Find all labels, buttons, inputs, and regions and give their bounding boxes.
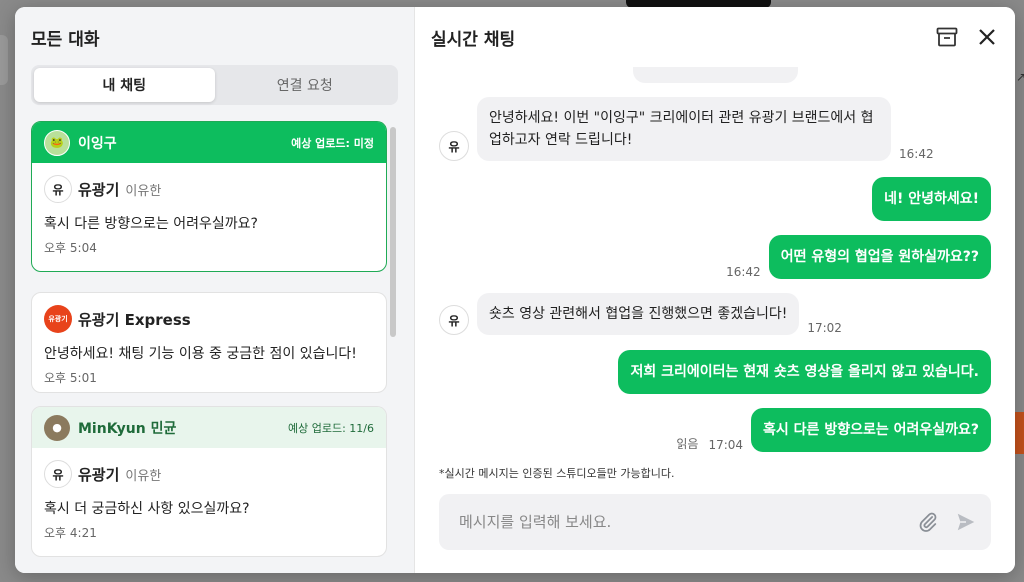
previous-message-bubble: [633, 67, 798, 83]
outgoing-message: 읽음 17:04 혹시 다른 방향으로는 어려우실까요?: [676, 408, 991, 452]
upload-status: 예상 업로드: 미정: [291, 136, 374, 150]
chat-card[interactable]: ● MinKyun 민균 예상 업로드: 11/6 유 유광기 이유한 혹시 더…: [31, 406, 387, 557]
sender-name: 유광기 Express: [78, 310, 191, 329]
panel-title: 모든 대화: [31, 30, 100, 50]
last-message: 안녕하세요! 채팅 기능 이용 중 궁금한 점이 있습니다!: [44, 346, 357, 362]
message-bubble: 네! 안녕하세요!: [872, 177, 991, 221]
sender-name: 유광기: [78, 180, 120, 199]
tab-connection-requests[interactable]: 연결 요청: [215, 68, 396, 102]
close-icon[interactable]: [975, 25, 999, 49]
attach-icon[interactable]: [915, 509, 941, 535]
message-bubble: 숏츠 영상 관련해서 협업을 진행했으면 좋겠습니다!: [477, 293, 800, 335]
creator-name: MinKyun 민균: [78, 420, 177, 437]
message-list: 유 안녕하세요! 이번 "이잉구" 크리에이터 관련 유광기 브랜드에서 협 업…: [415, 67, 1015, 457]
tab-my-chats[interactable]: 내 채팅: [34, 68, 215, 102]
outgoing-message: 저희 크리에이터는 현재 숏츠 영상을 올리지 않고 있습니다.: [618, 350, 991, 394]
message-time: 17:02: [807, 321, 842, 335]
message-bubble: 저희 크리에이터는 현재 숏츠 영상을 올리지 않고 있습니다.: [618, 350, 991, 394]
sender-subname: 이유한: [125, 183, 162, 199]
message-bubble: 어떤 유형의 협업을 원하실까요??: [768, 235, 991, 279]
chat-modal: 모든 대화 내 채팅 연결 요청 🐸 이잉구 예상 업로드: 미정 유 유광기 …: [15, 7, 1015, 573]
message-time: 16:42: [899, 147, 934, 161]
incoming-message: 유 안녕하세요! 이번 "이잉구" 크리에이터 관련 유광기 브랜드에서 협 업…: [439, 97, 934, 161]
tab-switcher: 내 채팅 연결 요청: [31, 65, 398, 105]
sender-avatar: 유: [439, 131, 469, 161]
outgoing-message: 16:42 어떤 유형의 협업을 원하실까요??: [726, 235, 991, 279]
creator-avatar: 🐸: [44, 129, 70, 156]
brand-logo: 유광기: [44, 305, 72, 333]
background-icon: ↗: [1016, 70, 1024, 84]
chat-list: 🐸 이잉구 예상 업로드: 미정 유 유광기 이유한 혹시 다른 방향으로는 어…: [31, 121, 387, 573]
creator-name: 이잉구: [78, 135, 117, 152]
message-time: 오후 4:21: [44, 526, 97, 540]
sender-name: 유광기: [78, 465, 120, 484]
conversation-list-panel: 모든 대화 내 채팅 연결 요청 🐸 이잉구 예상 업로드: 미정 유 유광기 …: [15, 7, 415, 573]
message-input-box: [439, 494, 991, 550]
incoming-message: 유 숏츠 영상 관련해서 협업을 진행했으면 좋겠습니다! 17:02: [439, 293, 842, 335]
message-time: 오후 5:04: [44, 241, 97, 255]
message-time: 오후 5:01: [44, 371, 97, 385]
send-icon[interactable]: [953, 509, 979, 535]
chat-panel: 실시간 채팅 유 안녕하세요! 이번 "이잉구" 크리에이터 관련 유광기 브랜…: [415, 7, 1015, 573]
sender-subname: 이유한: [125, 468, 162, 484]
chat-title: 실시간 채팅: [431, 30, 516, 50]
message-bubble: 안녕하세요! 이번 "이잉구" 크리에이터 관련 유광기 브랜드에서 협 업하고…: [477, 97, 891, 161]
list-scrollbar[interactable]: [390, 127, 396, 337]
read-receipt: 읽음: [676, 437, 699, 451]
outgoing-message: 네! 안녕하세요!: [872, 177, 991, 221]
message-time: 16:42: [726, 265, 761, 279]
last-message: 혹시 더 궁금하신 사항 있으실까요?: [44, 501, 250, 517]
card-header: ● MinKyun 민균 예상 업로드: 11/6: [32, 407, 386, 448]
sender-avatar: 유: [44, 175, 72, 203]
background-element: [0, 35, 8, 85]
background-button: [1015, 412, 1024, 454]
card-header: 🐸 이잉구 예상 업로드: 미정: [32, 122, 386, 163]
chat-card[interactable]: 🐸 이잉구 예상 업로드: 미정 유 유광기 이유한 혹시 다른 방향으로는 어…: [31, 121, 387, 272]
message-time: 17:04: [708, 438, 744, 452]
notice-text: *실시간 메시지는 인증된 스튜디오들만 가능합니다.: [439, 467, 675, 480]
sender-avatar: 유: [439, 305, 469, 335]
last-message: 혹시 다른 방향으로는 어려우실까요?: [44, 216, 258, 232]
upload-status: 예상 업로드: 11/6: [287, 421, 374, 435]
chat-card[interactable]: 유광기 유광기 Express 안녕하세요! 채팅 기능 이용 중 궁금한 점이…: [31, 292, 387, 393]
creator-avatar: ●: [44, 414, 70, 441]
archive-icon[interactable]: [935, 25, 959, 49]
sender-avatar: 유: [44, 460, 72, 488]
message-bubble: 혹시 다른 방향으로는 어려우실까요?: [751, 408, 991, 452]
message-input[interactable]: [459, 513, 903, 531]
